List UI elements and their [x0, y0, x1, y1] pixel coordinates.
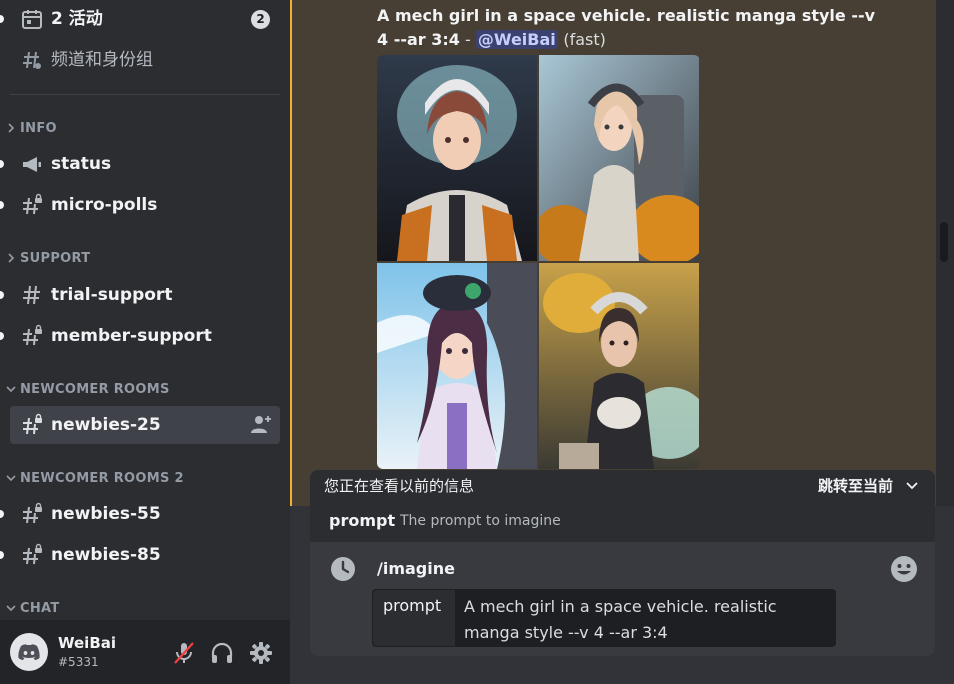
channel-label: status	[51, 154, 112, 174]
emoji-picker-icon[interactable]	[890, 555, 918, 583]
image-grid[interactable]	[377, 55, 700, 469]
clock-icon	[331, 557, 355, 581]
command-parameter[interactable]: prompt A mech girl in a space vehicle. r…	[372, 589, 836, 647]
headphones-icon[interactable]	[209, 640, 235, 666]
jump-to-present-button[interactable]: 跳转至当前	[818, 475, 893, 496]
settings-gear-icon[interactable]	[248, 640, 274, 666]
category-label: NEWCOMER ROOMS 2	[20, 471, 184, 486]
locked-hash-icon	[23, 193, 42, 215]
generated-image-1[interactable]	[377, 55, 537, 261]
unread-dot	[0, 160, 4, 168]
option-description: The prompt to imagine	[400, 513, 561, 529]
events-count-badge: 2	[251, 10, 270, 29]
viewing-older-messages-bar: 您正在查看以前的信息 跳转至当前	[310, 470, 935, 500]
locked-hash-icon	[23, 324, 42, 346]
message-separator: -	[459, 30, 476, 49]
channel-label: micro-polls	[51, 195, 158, 215]
channels-roles-icon	[23, 51, 41, 69]
channel-label: trial-support	[51, 285, 173, 305]
parameter-value-input[interactable]: A mech girl in a space vehicle. realisti…	[464, 594, 804, 646]
channel-status[interactable]: status	[0, 146, 290, 182]
message-composer[interactable]: /imagine prompt A mech girl in a space v…	[310, 542, 935, 656]
sidebar-item-label: 2 活动	[51, 9, 103, 29]
user-discriminator: #5331	[58, 655, 99, 669]
sidebar-divider	[10, 94, 280, 95]
username: WeiBai	[58, 634, 117, 652]
channel-newbies-55[interactable]: newbies-55	[0, 496, 290, 532]
older-messages-notice: 您正在查看以前的信息	[324, 477, 475, 495]
chevron-right-icon	[8, 253, 15, 263]
mic-muted-icon[interactable]	[171, 640, 197, 666]
slash-command-name: /imagine	[377, 559, 455, 578]
channel-sidebar: 2 活动 2 频道和身份组 INFO status micro-polls SU…	[0, 0, 290, 684]
unread-dot	[0, 551, 4, 559]
sidebar-item-label: 频道和身份组	[51, 50, 153, 70]
unread-dot	[0, 291, 4, 299]
channel-member-support[interactable]: member-support	[0, 318, 290, 354]
parameter-key: prompt	[373, 590, 455, 646]
unread-dot	[0, 332, 4, 340]
category-label: NEWCOMER ROOMS	[20, 382, 170, 397]
message-content: A mech girl in a space vehicle. realisti…	[377, 4, 887, 52]
chevron-right-icon	[8, 123, 15, 133]
chevron-down-icon	[6, 386, 16, 393]
calendar-icon	[22, 10, 42, 29]
channel-label: newbies-25	[51, 415, 161, 435]
channel-label: member-support	[51, 326, 212, 346]
sidebar-item-channels-roles[interactable]: 频道和身份组	[0, 42, 290, 78]
channel-micro-polls[interactable]: micro-polls	[0, 187, 290, 223]
scrollbar-thumb[interactable]	[940, 222, 948, 262]
channel-newbies-85[interactable]: newbies-85	[0, 537, 290, 573]
chevron-down-icon	[6, 475, 16, 482]
locked-hash-icon	[23, 543, 42, 565]
channel-label: newbies-85	[51, 545, 161, 565]
channel-trial-support[interactable]: trial-support	[0, 277, 290, 313]
locked-hash-icon	[23, 413, 42, 435]
unread-dot	[0, 15, 4, 23]
megaphone-icon	[23, 157, 41, 172]
message-prompt-text: A mech girl in a space vehicle. realisti…	[377, 6, 876, 49]
chevron-down-icon[interactable]	[905, 478, 919, 492]
command-option-hint: prompt The prompt to imagine	[310, 500, 935, 542]
avatar[interactable]	[10, 633, 48, 671]
category-label: CHAT	[20, 601, 60, 616]
invite-user-icon[interactable]	[250, 414, 272, 434]
option-name: prompt	[329, 511, 396, 530]
unread-dot	[0, 510, 4, 518]
discord-logo-icon	[18, 644, 40, 660]
category-label: INFO	[20, 121, 57, 136]
sidebar-item-events[interactable]: 2 活动 2	[0, 1, 290, 37]
user-panel: WeiBai #5331	[0, 620, 290, 684]
generated-image-2[interactable]	[539, 55, 699, 261]
category-label: SUPPORT	[20, 251, 91, 266]
speed-tag: (fast)	[563, 30, 606, 49]
locked-hash-icon	[23, 502, 42, 524]
hash-icon	[23, 285, 40, 305]
user-mention[interactable]: @WeiBai	[475, 30, 558, 49]
chevron-down-icon	[6, 605, 16, 612]
generated-image-4[interactable]	[539, 263, 699, 469]
channel-label: newbies-55	[51, 504, 161, 524]
generated-image-3[interactable]	[377, 263, 537, 469]
unread-dot	[0, 201, 4, 209]
channel-newbies-25[interactable]: newbies-25	[0, 407, 290, 443]
parameter-key-label: prompt	[383, 596, 442, 615]
